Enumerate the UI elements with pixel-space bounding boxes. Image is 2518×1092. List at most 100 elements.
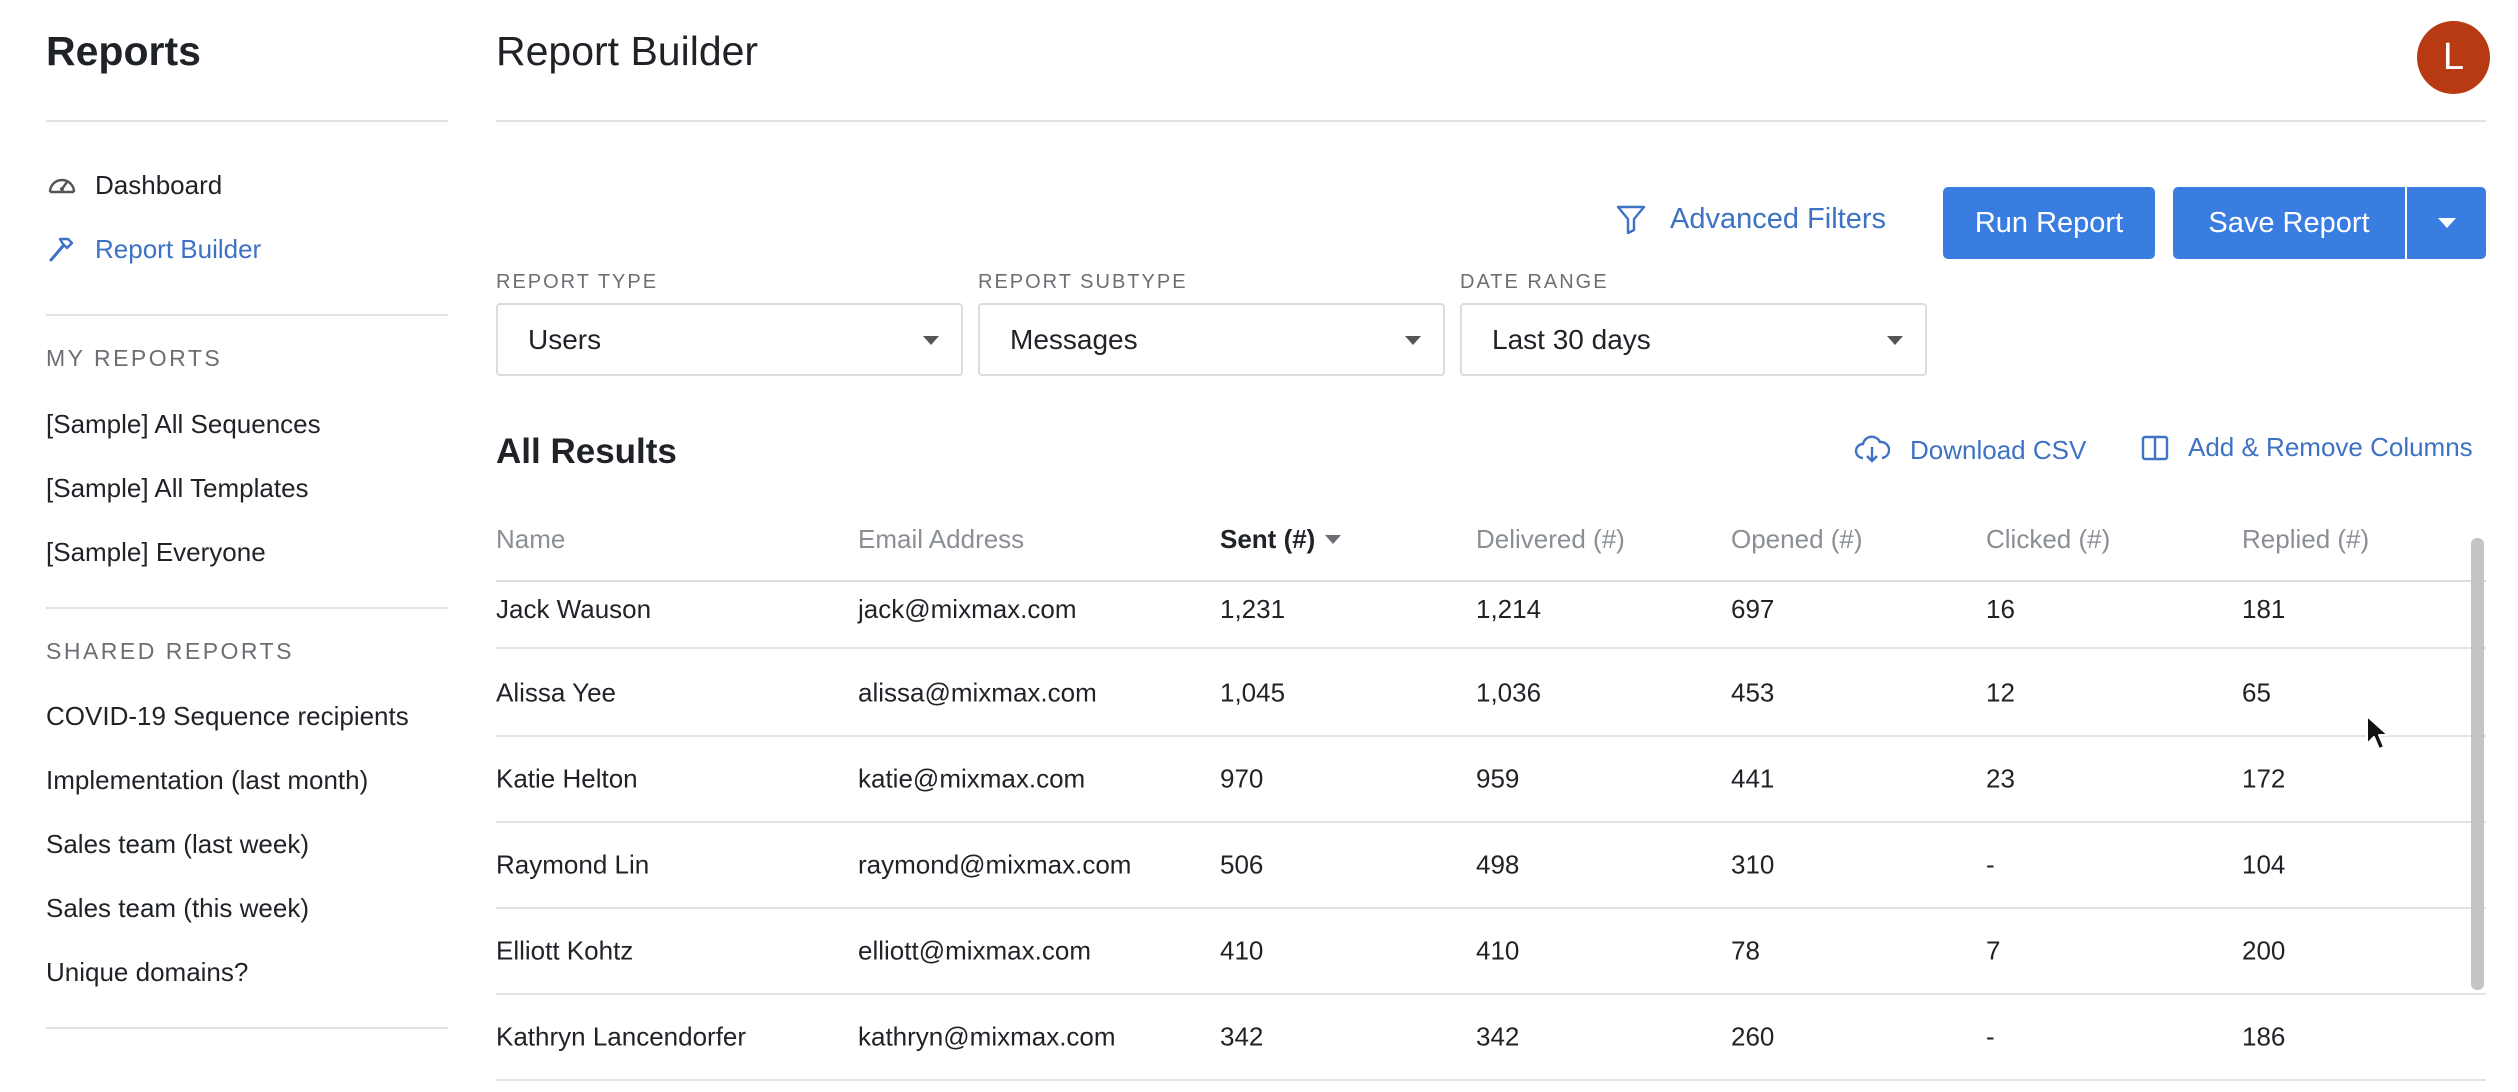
shared-reports-heading: SHARED REPORTS [46, 638, 295, 664]
date-range-value: Last 30 days [1492, 323, 1651, 355]
my-reports-heading: MY REPORTS [46, 345, 223, 371]
table-row[interactable]: Alissa Yee alissa@mixmax.com 1,045 1,036… [496, 651, 2486, 737]
cell-replied: 172 [2242, 763, 2286, 794]
cell-replied: 200 [2242, 935, 2286, 966]
cell-email: elliott@mixmax.com [858, 935, 1091, 966]
cell-replied: 181 [2242, 594, 2286, 624]
sidebar-item-label: Dashboard [95, 169, 223, 200]
sidebar-report-link[interactable]: Sales team (last week) [46, 829, 309, 860]
cloud-download-icon [1854, 434, 1891, 466]
column-header-sent-label: Sent (#) [1220, 524, 1316, 554]
report-type-select[interactable]: Users [496, 303, 963, 376]
download-csv-label: Download CSV [1910, 434, 2087, 465]
sidebar: Reports Dashboard Report Builder MY REPO… [46, 0, 448, 1092]
column-header-opened[interactable]: Opened (#) [1731, 524, 1863, 555]
columns-icon [2140, 433, 2170, 463]
sidebar-item-report-builder[interactable]: Report Builder [46, 229, 261, 269]
cell-email: alissa@mixmax.com [858, 677, 1097, 708]
caret-down-icon [1887, 336, 1903, 345]
sidebar-report-link[interactable]: [Sample] All Sequences [46, 409, 321, 440]
cell-clicked: - [1986, 1021, 1995, 1052]
cell-clicked: 12 [1986, 677, 2015, 708]
cell-delivered: 410 [1476, 935, 1520, 966]
sidebar-report-link[interactable]: Sales team (this week) [46, 893, 309, 924]
cell-replied: 65 [2242, 677, 2271, 708]
cell-sent: 1,045 [1220, 677, 1286, 708]
cell-opened: 453 [1731, 677, 1775, 708]
avatar[interactable]: L [2417, 21, 2490, 94]
cell-delivered: 498 [1476, 849, 1520, 880]
add-remove-columns-label: Add & Remove Columns [2188, 432, 2473, 462]
sidebar-divider [46, 120, 448, 122]
cell-clicked: - [1986, 849, 1995, 880]
main-content: Report Builder L Advanced Filters Run Re… [496, 0, 2490, 1092]
date-range-select[interactable]: Last 30 days [1460, 303, 1927, 376]
column-header-replied[interactable]: Replied (#) [2242, 524, 2369, 555]
download-csv-button[interactable]: Download CSV [1854, 434, 2086, 466]
cell-name: Elliott Kohtz [496, 935, 634, 966]
table-scrollbar[interactable] [2471, 538, 2484, 990]
table-row[interactable]: Raymond Lin raymond@mixmax.com 506 498 3… [496, 823, 2486, 909]
filter-icon [1614, 202, 1648, 236]
cell-sent: 970 [1220, 763, 1264, 794]
sidebar-item-label: Report Builder [95, 233, 262, 264]
cell-opened: 697 [1731, 594, 1775, 624]
sort-descending-icon [1325, 535, 1342, 544]
table-row[interactable]: Jack Wauson jack@mixmax.com 1,231 1,214 … [496, 582, 2486, 649]
sidebar-report-link[interactable]: COVID-19 Sequence recipients [46, 701, 409, 732]
sidebar-divider [46, 607, 448, 609]
column-header-delivered[interactable]: Delivered (#) [1476, 524, 1625, 555]
add-remove-columns-button[interactable]: Add & Remove Columns [2140, 432, 2473, 463]
cell-name: Jack Wauson [496, 594, 652, 624]
report-subtype-select[interactable]: Messages [978, 303, 1445, 376]
sidebar-item-dashboard[interactable]: Dashboard [46, 165, 222, 205]
cell-delivered: 1,036 [1476, 677, 1542, 708]
save-report-button[interactable]: Save Report [2173, 187, 2405, 259]
caret-down-icon [923, 336, 939, 345]
sidebar-report-link[interactable]: Implementation (last month) [46, 765, 368, 796]
save-report-dropdown-button[interactable] [2407, 187, 2486, 259]
advanced-filters-button[interactable]: Advanced Filters [1614, 202, 1886, 236]
cell-opened: 78 [1731, 935, 1760, 966]
report-type-value: Users [528, 323, 602, 355]
column-header-sent[interactable]: Sent (#) [1220, 524, 1342, 555]
cell-email: kathryn@mixmax.com [858, 1021, 1116, 1052]
cell-delivered: 1,214 [1476, 594, 1542, 624]
sidebar-report-link[interactable]: [Sample] All Templates [46, 473, 309, 504]
table-row[interactable]: Kathryn Lancendorfer kathryn@mixmax.com … [496, 995, 2486, 1081]
column-header-name[interactable]: Name [496, 524, 565, 555]
cell-opened: 441 [1731, 763, 1775, 794]
table-row[interactable]: Katie Helton katie@mixmax.com 970 959 44… [496, 737, 2486, 823]
cell-sent: 410 [1220, 935, 1264, 966]
sidebar-report-link[interactable]: [Sample] Everyone [46, 537, 266, 568]
cell-email: katie@mixmax.com [858, 763, 1086, 794]
header-divider [496, 120, 2486, 122]
cell-clicked: 7 [1986, 935, 2001, 966]
cell-sent: 1,231 [1220, 594, 1286, 624]
sidebar-report-link[interactable]: Unique domains? [46, 957, 248, 988]
cell-opened: 310 [1731, 849, 1775, 880]
column-header-clicked[interactable]: Clicked (#) [1986, 524, 2110, 555]
cell-replied: 186 [2242, 1021, 2286, 1052]
cell-sent: 342 [1220, 1021, 1264, 1052]
hammer-icon [46, 233, 78, 265]
cell-opened: 260 [1731, 1021, 1775, 1052]
table-row[interactable]: Elliott Kohtz elliott@mixmax.com 410 410… [496, 909, 2486, 995]
sidebar-divider [46, 1027, 448, 1029]
date-range-label: DATE RANGE [1460, 271, 1609, 293]
column-header-email[interactable]: Email Address [858, 524, 1024, 555]
report-subtype-value: Messages [1010, 323, 1138, 355]
run-report-button[interactable]: Run Report [1943, 187, 2155, 259]
cell-email: jack@mixmax.com [858, 594, 1077, 624]
report-subtype-label: REPORT SUBTYPE [978, 271, 1188, 293]
cell-delivered: 959 [1476, 763, 1520, 794]
cell-clicked: 23 [1986, 763, 2015, 794]
table-scrollbar-thumb[interactable] [2471, 538, 2484, 990]
cell-delivered: 342 [1476, 1021, 1520, 1052]
speedometer-icon [46, 169, 78, 201]
cell-name: Kathryn Lancendorfer [496, 1021, 747, 1052]
cell-sent: 506 [1220, 849, 1264, 880]
advanced-filters-label: Advanced Filters [1670, 202, 1886, 235]
caret-down-icon [2437, 218, 2456, 228]
cell-clicked: 16 [1986, 594, 2015, 624]
